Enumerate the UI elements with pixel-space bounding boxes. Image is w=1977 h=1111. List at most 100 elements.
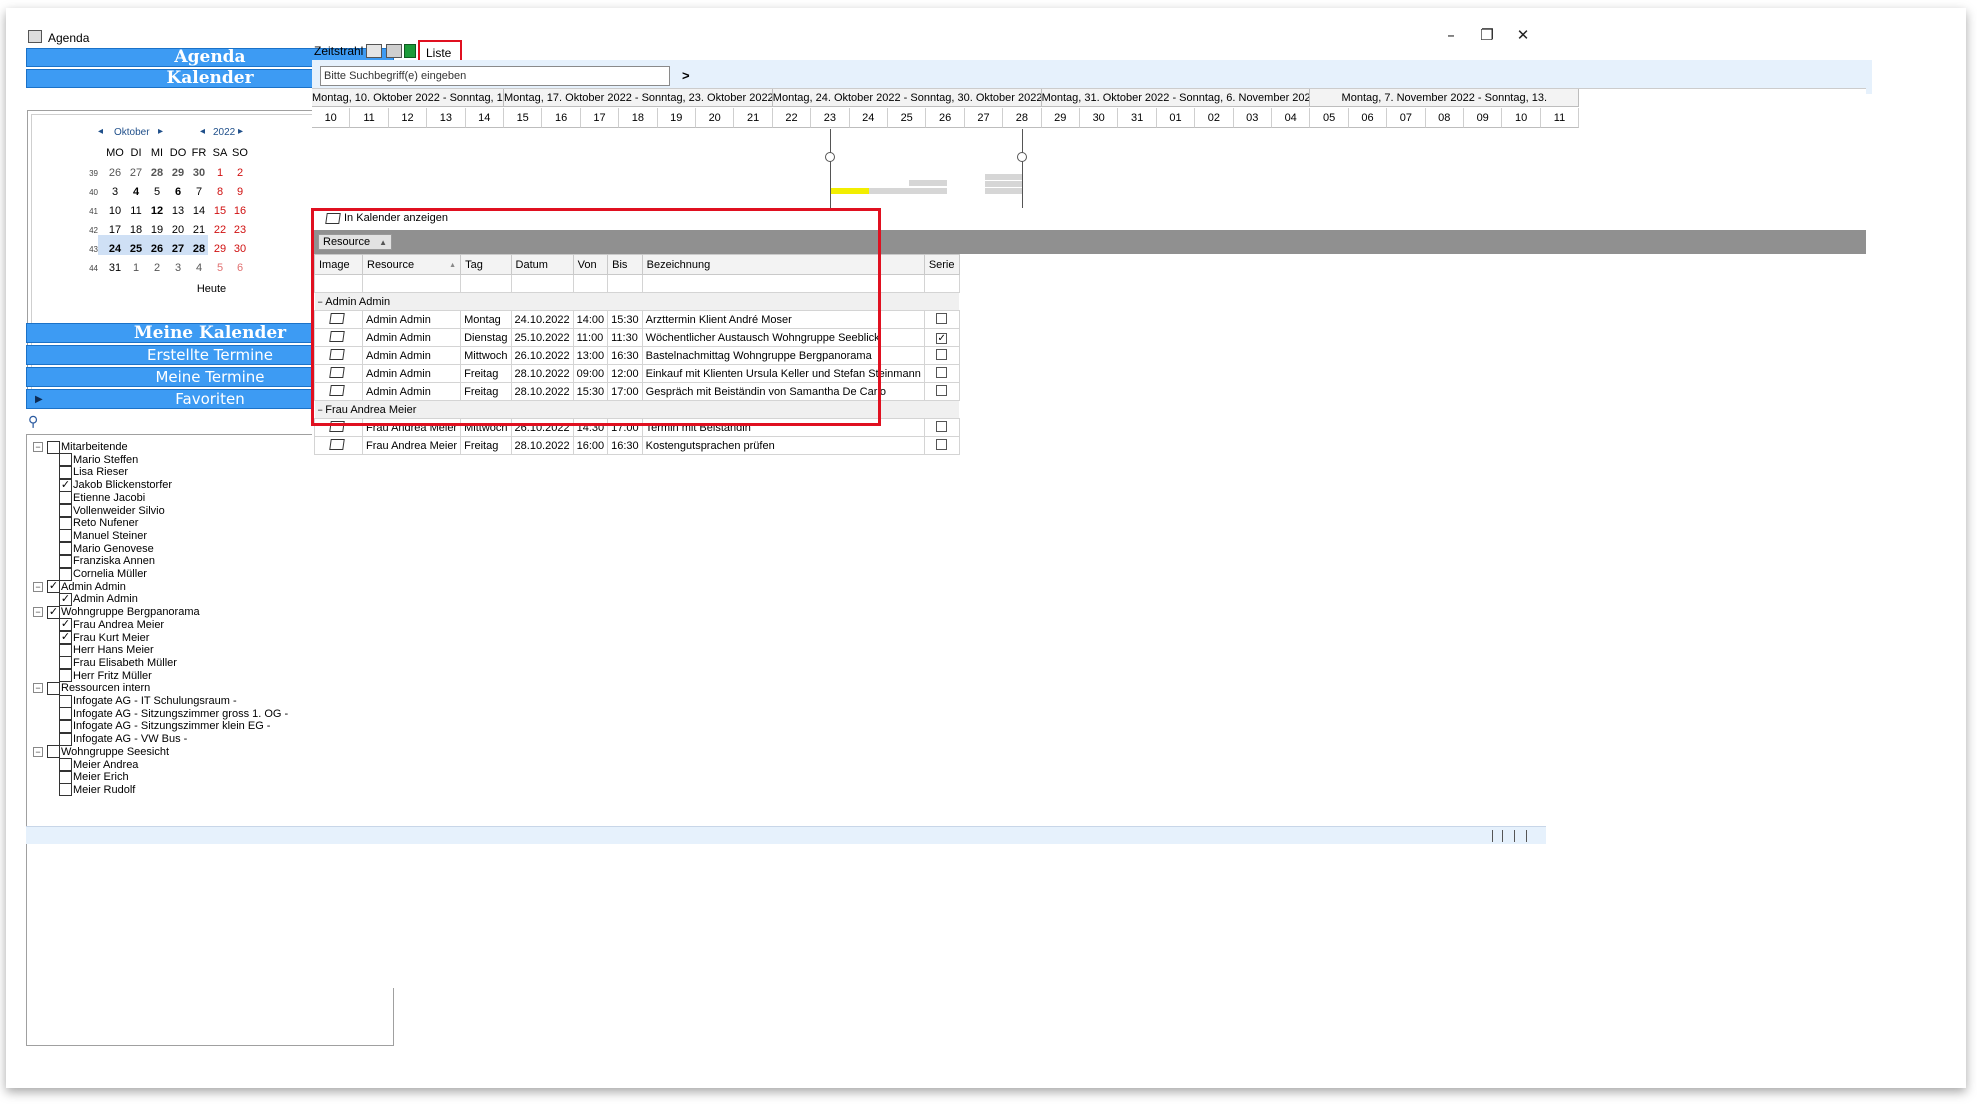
timeline-day[interactable]: 01: [1156, 108, 1196, 128]
timeline-day[interactable]: 24: [849, 108, 888, 128]
close-button[interactable]: ✕: [1503, 26, 1543, 46]
timeline-day[interactable]: 23: [811, 108, 850, 128]
serie-checkbox[interactable]: [936, 366, 948, 378]
column-header[interactable]: Datum: [510, 254, 574, 275]
timeline-day[interactable]: 12: [388, 108, 428, 128]
timeline-day[interactable]: 09: [1464, 108, 1503, 128]
serie-checkbox[interactable]: [936, 348, 948, 360]
timeline-day[interactable]: 19: [657, 108, 696, 128]
table-row[interactable]: Admin Admin Dienstag 25.10.2022 11:00 11:30 W…: [314, 328, 960, 347]
timeline-day[interactable]: 10: [312, 108, 351, 128]
timeline-day[interactable]: 13: [427, 108, 466, 128]
filter-cell[interactable]: [510, 274, 574, 293]
next-year-arrow[interactable]: ▸: [238, 126, 243, 137]
timeline-day[interactable]: 21: [734, 108, 773, 128]
filter-cell[interactable]: [572, 274, 609, 293]
minimize-button[interactable]: –: [1431, 26, 1471, 46]
table-row[interactable]: Frau Andrea Meier Freitag 28.10.2022 16:00 1…: [314, 436, 960, 455]
timeline-day[interactable]: 30: [1080, 108, 1119, 128]
filter-cell[interactable]: [607, 274, 643, 293]
timeline-day[interactable]: 15: [504, 108, 543, 128]
timeline-day[interactable]: 02: [1195, 108, 1234, 128]
timeline-day[interactable]: 25: [888, 108, 927, 128]
column-header[interactable]: Von: [572, 254, 609, 275]
search-icon[interactable]: ⚲: [28, 414, 38, 430]
timeline-day[interactable]: 31: [1118, 108, 1157, 128]
column-header[interactable]: Bezeichnung: [641, 254, 925, 275]
table-row[interactable]: Frau Andrea Meier Mittwoch 26.10.2022 14:30…: [314, 418, 960, 437]
search-input[interactable]: Bitte Suchbegriff(e) eingeben: [320, 66, 670, 86]
table-row[interactable]: Admin Admin Freitag 28.10.2022 15:30 17:00 Ge…: [314, 382, 960, 401]
timeline-day[interactable]: 11: [1540, 108, 1580, 128]
timeline-day[interactable]: 08: [1425, 108, 1464, 128]
timeline-day[interactable]: 03: [1233, 108, 1272, 128]
calendar-day[interactable]: 16: [227, 205, 253, 217]
appointment-bar[interactable]: [869, 188, 909, 194]
filter-cell[interactable]: [641, 274, 925, 293]
export-excel-icon[interactable]: [404, 44, 416, 58]
filter-cell[interactable]: [923, 274, 960, 293]
serie-checkbox[interactable]: [936, 312, 948, 324]
filter-cell[interactable]: [361, 274, 462, 293]
prev-month-arrow[interactable]: ◂: [98, 126, 103, 137]
timeline-day[interactable]: 28: [1003, 108, 1042, 128]
timeline-day[interactable]: 07: [1387, 108, 1426, 128]
month-label[interactable]: Oktober: [114, 127, 150, 138]
appointment-bar[interactable]: [985, 181, 1022, 187]
search-go-button[interactable]: >: [682, 68, 690, 83]
appointment-bar[interactable]: [985, 188, 1022, 194]
group-by-resource-chip[interactable]: Resource ▲: [318, 234, 392, 250]
serie-checkbox[interactable]: [936, 438, 948, 450]
table-row[interactable]: Admin Admin Montag 24.10.2022 14:00 15:30 Arz…: [314, 310, 960, 329]
timeline-day[interactable]: 06: [1348, 108, 1388, 128]
settings-icon[interactable]: [386, 44, 402, 58]
column-header[interactable]: Serie: [923, 254, 960, 275]
restore-button[interactable]: ❐: [1467, 26, 1507, 46]
appointment-bar[interactable]: [909, 188, 947, 194]
timeline-day[interactable]: 17: [580, 108, 620, 128]
calendar-day[interactable]: 23: [227, 224, 253, 236]
timeline-day[interactable]: 29: [1041, 108, 1080, 128]
table-row[interactable]: Admin Admin Mittwoch 26.10.2022 13:00 16:30 B…: [314, 346, 960, 365]
group-row[interactable]: − Admin Admin: [314, 292, 959, 311]
range-end-handle[interactable]: [1017, 152, 1027, 162]
serie-checkbox[interactable]: [936, 384, 948, 396]
table-row[interactable]: Admin Admin Freitag 28.10.2022 09:00 12:00 Ei…: [314, 364, 960, 383]
calendar-day[interactable]: 2: [227, 167, 253, 179]
filter-cell[interactable]: [314, 274, 363, 293]
appointment-bar[interactable]: [831, 188, 869, 194]
timeline-day[interactable]: 20: [696, 108, 735, 128]
timeline-day[interactable]: 18: [619, 108, 658, 128]
prev-year-arrow[interactable]: ◂: [200, 126, 205, 137]
show-in-calendar-button[interactable]: In Kalender anzeigen: [325, 212, 448, 224]
appointment-bar[interactable]: [909, 180, 947, 186]
timeline-day[interactable]: 16: [542, 108, 581, 128]
timeline-day[interactable]: 05: [1310, 108, 1349, 128]
appointment-bar[interactable]: [985, 174, 1022, 180]
tree-checkbox[interactable]: [59, 783, 72, 797]
timeline-day[interactable]: 14: [465, 108, 504, 128]
calendar-day[interactable]: 6: [227, 262, 253, 274]
collapse-toggle-icon[interactable]: −: [33, 746, 43, 757]
year-label[interactable]: 2022: [213, 127, 235, 138]
timeline-day[interactable]: 11: [350, 108, 389, 128]
column-header[interactable]: Bis: [607, 254, 643, 275]
timeline-day[interactable]: 10: [1502, 108, 1541, 128]
column-header[interactable]: Image: [314, 254, 363, 275]
timeline-day[interactable]: 26: [926, 108, 965, 128]
next-month-arrow[interactable]: ▸: [158, 126, 163, 137]
column-header[interactable]: Tag: [460, 254, 512, 275]
collapse-toggle-icon[interactable]: −: [33, 581, 43, 592]
timeline-day[interactable]: 27: [964, 108, 1004, 128]
serie-checkbox[interactable]: [936, 420, 948, 432]
timeline-day[interactable]: 22: [772, 108, 812, 128]
collapse-toggle-icon[interactable]: −: [33, 442, 43, 452]
collapse-toggle-icon[interactable]: −: [33, 607, 43, 618]
filter-cell[interactable]: [460, 274, 512, 293]
calendar-day[interactable]: 30: [227, 243, 253, 255]
zeitstrahl-button[interactable]: Zeitstrahl: [314, 44, 363, 58]
range-start-handle[interactable]: [825, 152, 835, 162]
collapse-toggle-icon[interactable]: −: [33, 683, 43, 694]
serie-checkbox[interactable]: ✓: [936, 332, 948, 344]
timeline-day[interactable]: 04: [1272, 108, 1311, 128]
